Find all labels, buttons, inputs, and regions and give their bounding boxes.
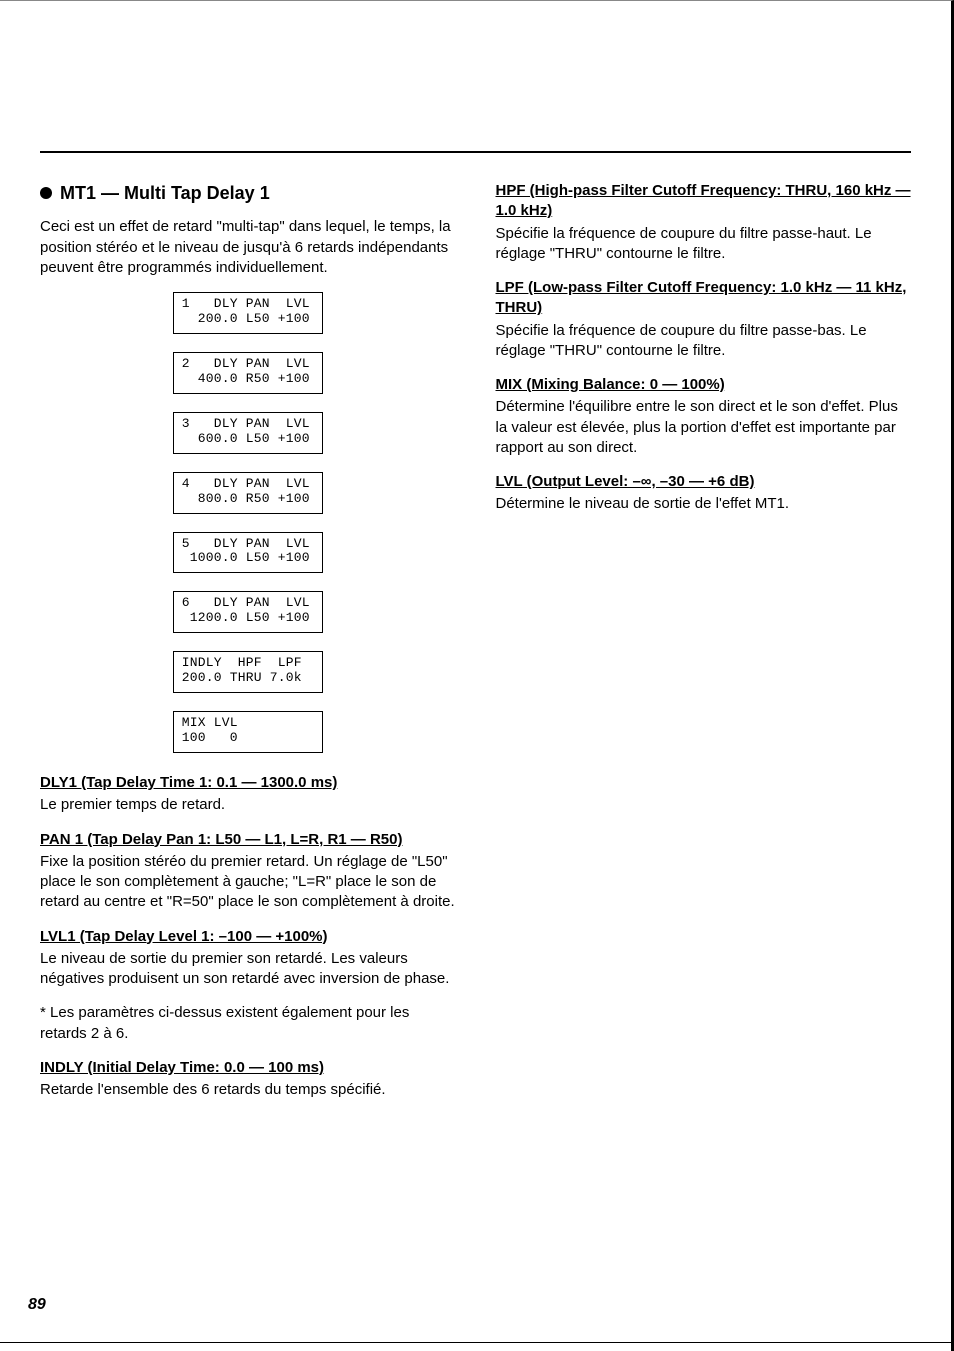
top-divider	[40, 151, 911, 153]
param-lvl1: LVL1 (Tap Delay Level 1: –100 — +100%) L…	[40, 927, 456, 990]
param-heading: INDLY (Initial Delay Time: 0.0 — 100 ms)	[40, 1058, 456, 1078]
param-body: Le niveau de sortie du premier son retar…	[40, 949, 456, 990]
right-column: HPF (High-pass Filter Cutoff Frequency: …	[496, 173, 912, 1114]
param-heading: MIX (Mixing Balance: 0 — 100%)	[496, 375, 912, 395]
lcd-box: 5 DLY PAN LVL 1000.0 L50 +100	[173, 532, 323, 574]
param-body: Retarde l'ensemble des 6 retards du temp…	[40, 1080, 456, 1100]
param-body: Spécifie la fréquence de coupure du filt…	[496, 321, 912, 362]
param-pan1: PAN 1 (Tap Delay Pan 1: L50 — L1, L=R, R…	[40, 830, 456, 913]
bullet-icon	[40, 187, 52, 199]
param-mix: MIX (Mixing Balance: 0 — 100%) Détermine…	[496, 375, 912, 458]
lcd-box: 3 DLY PAN LVL 600.0 L50 +100	[173, 412, 323, 454]
param-lvl: LVL (Output Level: –∞, –30 — +6 dB) Déte…	[496, 472, 912, 515]
param-body: Spécifie la fréquence de coupure du filt…	[496, 224, 912, 265]
intro-paragraph: Ceci est un effet de retard "multi-tap" …	[40, 217, 456, 278]
param-indly: INDLY (Initial Delay Time: 0.0 — 100 ms)…	[40, 1058, 456, 1101]
two-column-layout: MT1 — Multi Tap Delay 1 Ceci est un effe…	[40, 173, 911, 1114]
param-dly1: DLY1 (Tap Delay Time 1: 0.1 — 1300.0 ms)…	[40, 773, 456, 816]
lcd-box: 2 DLY PAN LVL 400.0 R50 +100	[173, 352, 323, 394]
param-body: Détermine le niveau de sortie de l'effet…	[496, 494, 912, 514]
lcd-box: 6 DLY PAN LVL 1200.0 L50 +100	[173, 591, 323, 633]
param-body: Détermine l'équilibre entre le son direc…	[496, 397, 912, 458]
lcd-box: MIX LVL 100 0	[173, 711, 323, 753]
lcd-box-stack: 1 DLY PAN LVL 200.0 L50 +100 2 DLY PAN L…	[40, 292, 456, 753]
param-heading: LPF (Low-pass Filter Cutoff Frequency: 1…	[496, 278, 912, 319]
left-column: MT1 — Multi Tap Delay 1 Ceci est un effe…	[40, 173, 456, 1114]
param-hpf: HPF (High-pass Filter Cutoff Frequency: …	[496, 181, 912, 264]
param-lpf: LPF (Low-pass Filter Cutoff Frequency: 1…	[496, 278, 912, 361]
param-heading: PAN 1 (Tap Delay Pan 1: L50 — L1, L=R, R…	[40, 830, 456, 850]
param-heading: LVL (Output Level: –∞, –30 — +6 dB)	[496, 472, 912, 492]
param-body: Fixe la position stéréo du premier retar…	[40, 852, 456, 913]
section-heading: MT1 — Multi Tap Delay 1	[40, 181, 456, 205]
lcd-box: 1 DLY PAN LVL 200.0 L50 +100	[173, 292, 323, 334]
param-heading: DLY1 (Tap Delay Time 1: 0.1 — 1300.0 ms)	[40, 773, 456, 793]
param-body: Le premier temps de retard.	[40, 795, 456, 815]
heading-text: MT1 — Multi Tap Delay 1	[60, 181, 270, 205]
footnote: * Les paramètres ci-dessus existent égal…	[40, 1003, 456, 1044]
lcd-box: INDLY HPF LPF 200.0 THRU 7.0k	[173, 651, 323, 693]
param-heading: LVL1 (Tap Delay Level 1: –100 — +100%)	[40, 927, 456, 947]
document-page: MT1 — Multi Tap Delay 1 Ceci est un effe…	[0, 0, 954, 1351]
lcd-box: 4 DLY PAN LVL 800.0 R50 +100	[173, 472, 323, 514]
param-heading: HPF (High-pass Filter Cutoff Frequency: …	[496, 181, 912, 222]
page-number: 89	[28, 1294, 46, 1316]
bottom-divider	[0, 1342, 951, 1343]
